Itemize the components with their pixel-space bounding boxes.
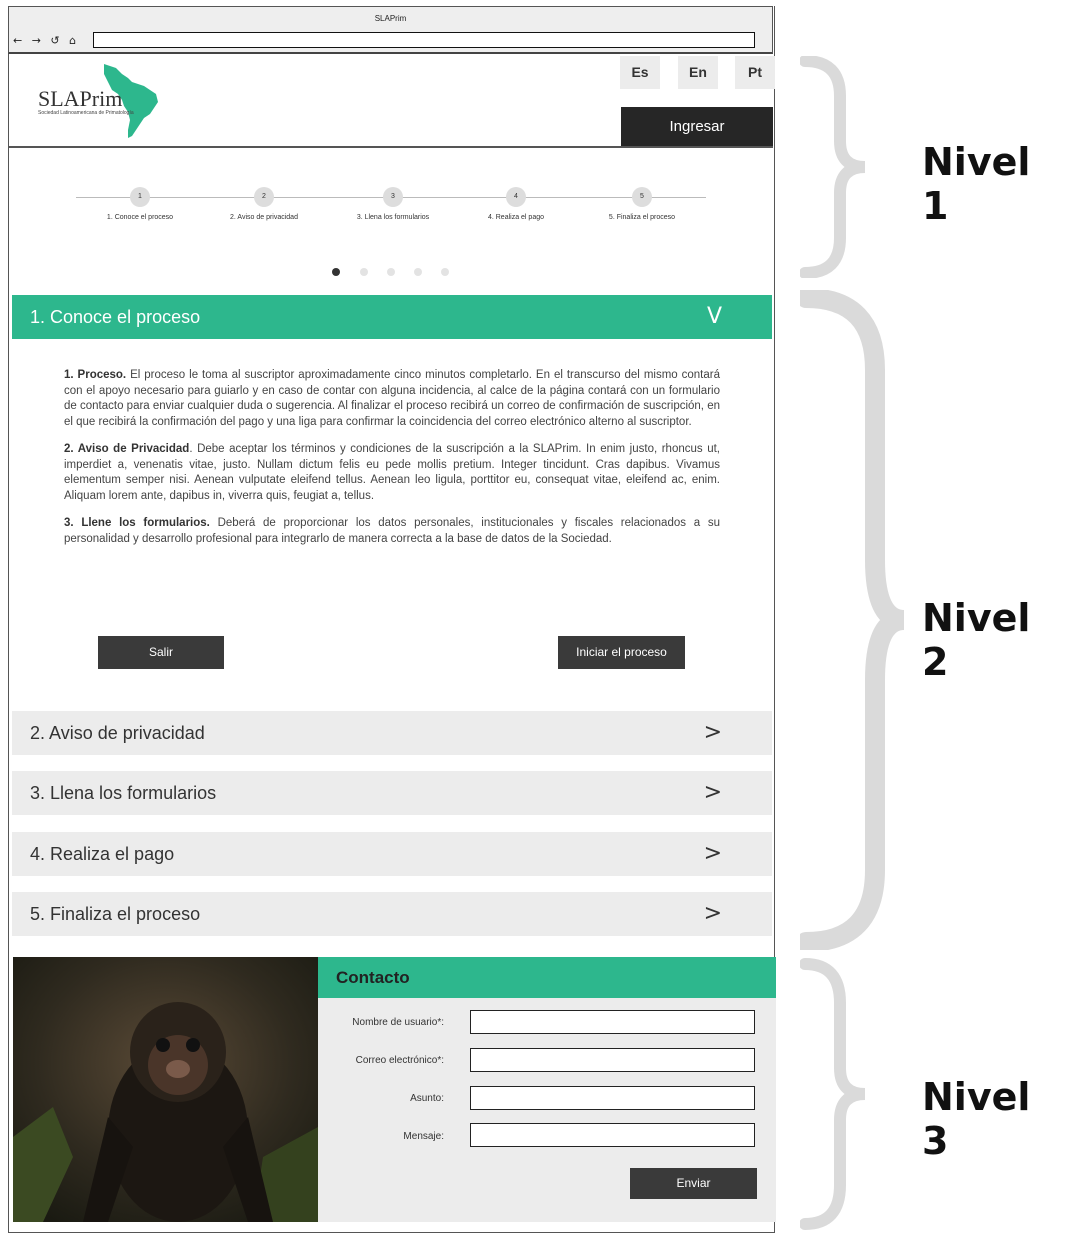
lang-en-button[interactable]: En bbox=[678, 56, 718, 89]
monkey-photo bbox=[13, 957, 318, 1222]
accordion-header-finaliza[interactable]: 5. Finaliza el proceso > bbox=[12, 892, 772, 936]
level-3-label: Nivel 3 bbox=[922, 1075, 1031, 1163]
step-circle-1[interactable]: 1 bbox=[130, 187, 150, 207]
accordion-header-conoce[interactable]: 1. Conoce el proceso V bbox=[12, 295, 772, 339]
step-circle-2[interactable]: 2 bbox=[254, 187, 274, 207]
brace-level-2-icon bbox=[800, 290, 906, 950]
paragraph-proceso: 1. Proceso. El proceso le toma al suscri… bbox=[64, 369, 720, 428]
subject-field[interactable] bbox=[470, 1086, 755, 1110]
browser-chrome: SLAPrim ← → ↺ ⌂ bbox=[8, 6, 773, 54]
logo-subtitle: Sociedad Latinoamericana de Primatología bbox=[38, 110, 134, 116]
logo-name[interactable]: SLAPrim bbox=[38, 86, 122, 112]
send-button[interactable]: Enviar bbox=[630, 1168, 757, 1199]
accordion-header-formularios[interactable]: 3. Llena los formularios > bbox=[12, 771, 772, 815]
brace-level-1-icon bbox=[800, 56, 866, 278]
accordion-title: 4. Realiza el pago bbox=[30, 844, 175, 864]
accordion-title: 3. Llena los formularios bbox=[30, 783, 217, 803]
accordion-title: 1. Conoce el proceso bbox=[30, 307, 201, 327]
username-field[interactable] bbox=[470, 1010, 755, 1034]
step-label-3: 3. Llena los formularios bbox=[356, 214, 430, 221]
header-divider bbox=[8, 146, 773, 148]
step-label-4: 4. Realiza el pago bbox=[487, 214, 545, 221]
step-circle-5[interactable]: 5 bbox=[632, 187, 652, 207]
carousel-dot-4[interactable] bbox=[414, 268, 422, 276]
level-2-label: Nivel 2 bbox=[922, 596, 1031, 684]
browser-title: SLAPrim bbox=[374, 14, 407, 23]
carousel-dot-3[interactable] bbox=[387, 268, 395, 276]
email-label: Correo electrónico*: bbox=[355, 1055, 444, 1066]
chevron-right-icon: > bbox=[703, 780, 722, 805]
chevron-right-icon: > bbox=[703, 901, 722, 926]
carousel-dot-2[interactable] bbox=[360, 268, 368, 276]
message-field[interactable] bbox=[470, 1123, 755, 1147]
step-label-2: 2. Aviso de privacidad bbox=[230, 214, 298, 221]
chevron-right-icon: > bbox=[703, 720, 722, 745]
lang-pt-button[interactable]: Pt bbox=[735, 56, 775, 89]
accordion-header-pago[interactable]: 4. Realiza el pago > bbox=[12, 832, 772, 876]
exit-button[interactable]: Salir bbox=[98, 636, 224, 669]
contact-title: Contacto bbox=[318, 957, 776, 998]
accordion-header-privacidad[interactable]: 2. Aviso de privacidad > bbox=[12, 711, 772, 755]
start-process-button[interactable]: Iniciar el proceso bbox=[558, 636, 685, 669]
login-button[interactable]: Ingresar bbox=[621, 107, 773, 147]
step-circle-3[interactable]: 3 bbox=[383, 187, 403, 207]
accordion-body: 1. Proceso. El proceso le toma al suscri… bbox=[64, 368, 720, 559]
carousel-dot-1[interactable] bbox=[332, 268, 340, 276]
url-bar[interactable] bbox=[93, 32, 755, 48]
username-label: Nombre de usuario*: bbox=[352, 1017, 444, 1028]
chevron-right-icon: > bbox=[703, 841, 722, 866]
email-field[interactable] bbox=[470, 1048, 755, 1072]
lang-es-button[interactable]: Es bbox=[620, 56, 660, 89]
carousel-dot-5[interactable] bbox=[441, 268, 449, 276]
message-label: Mensaje: bbox=[403, 1131, 444, 1142]
accordion-title: 2. Aviso de privacidad bbox=[30, 723, 205, 743]
brace-level-3-icon bbox=[800, 958, 866, 1230]
chevron-down-icon: V bbox=[706, 304, 722, 329]
paragraph-formularios: 3. Llene los formularios. Deberá de prop… bbox=[64, 517, 720, 545]
browser-nav-icons[interactable]: ← → ↺ ⌂ bbox=[13, 34, 79, 47]
paragraph-privacidad: 2. Aviso de Privacidad. Debe aceptar los… bbox=[64, 443, 720, 502]
step-label-5: 5. Finaliza el proceso bbox=[608, 214, 676, 221]
accordion-title: 5. Finaliza el proceso bbox=[30, 904, 201, 924]
step-circle-4[interactable]: 4 bbox=[506, 187, 526, 207]
level-1-label: Nivel 1 bbox=[922, 140, 1031, 228]
step-label-1: 1. Conoce el proceso bbox=[106, 214, 174, 221]
subject-label: Asunto: bbox=[410, 1093, 444, 1104]
